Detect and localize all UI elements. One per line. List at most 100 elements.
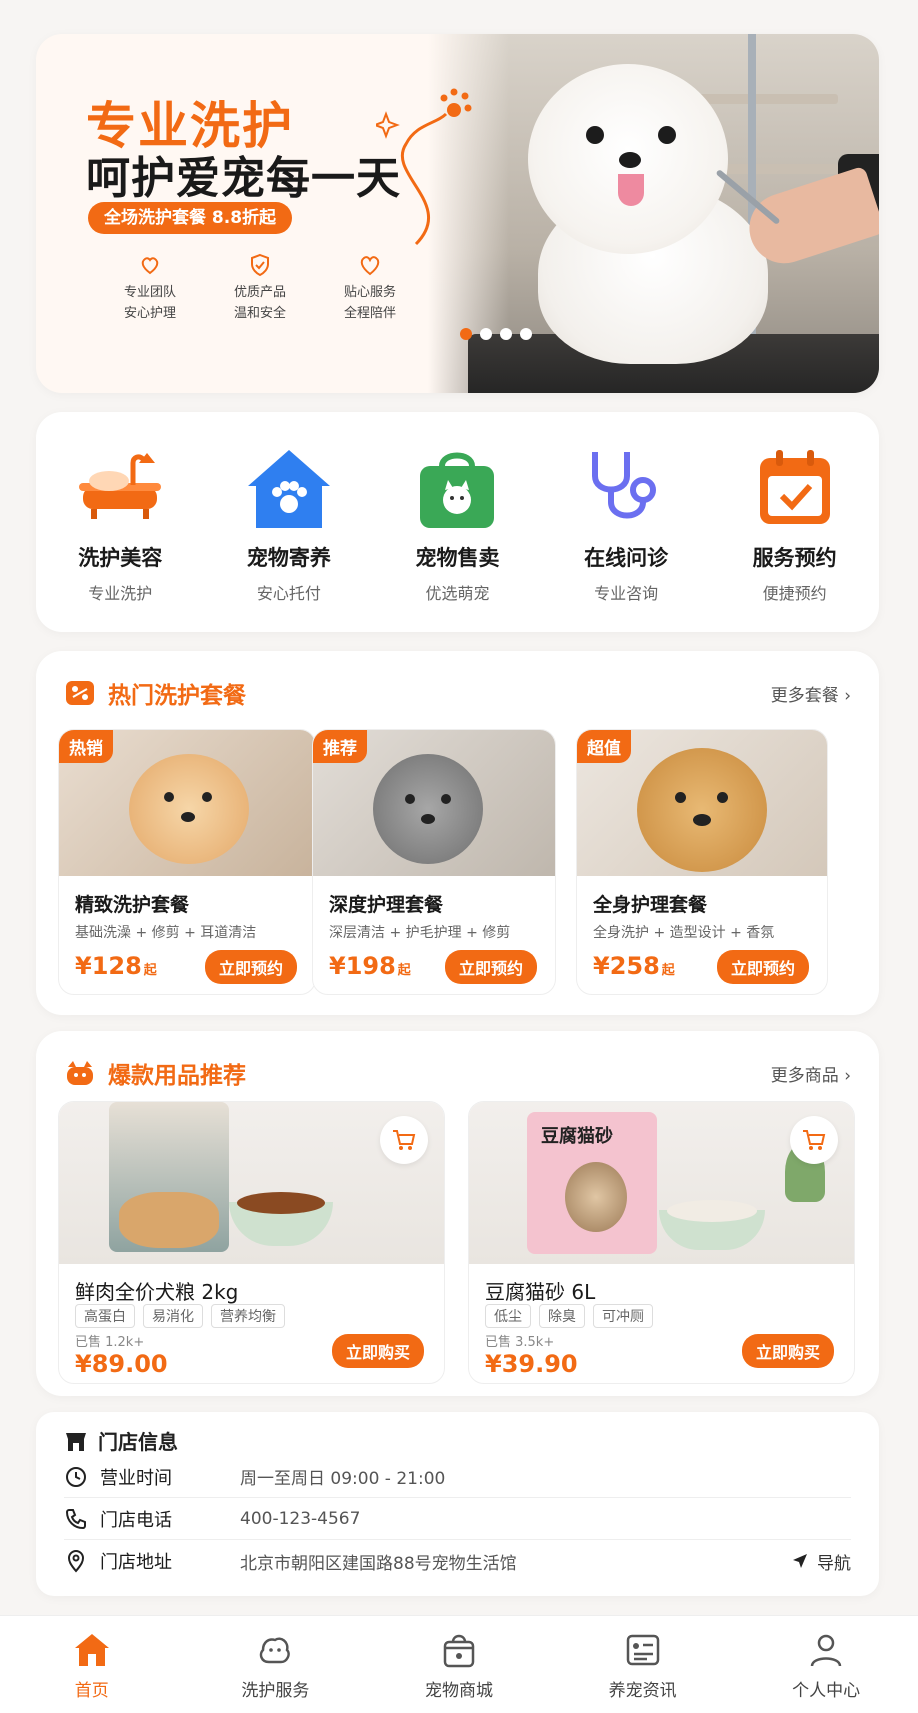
package-card[interactable]: 推荐 深度护理套餐 深层清洁 + 护毛护理 + 修剪 ¥198 起 立即预约	[312, 729, 556, 995]
feature-line1: 贴心服务	[343, 285, 396, 300]
hero-banner[interactable]: 专业洗护 呵护爱宠每一天 全场洗护套餐 8.8折起 专业团队 安心护理 优质产品…	[36, 34, 879, 393]
hours-label: 营业时间	[100, 1467, 172, 1489]
book-now-button[interactable]: 立即预约	[444, 950, 537, 984]
buy-now-button[interactable]: 立即购买	[741, 1334, 834, 1368]
gift-pet-icon	[67, 1061, 93, 1085]
category-subtitle: 专业咨询	[594, 584, 659, 603]
product-card[interactable]: 豆腐猫砂 豆腐猫砂 6L 低尘 除臭 可冲厕 已售 3.5k+ ¥39.90 立…	[468, 1101, 855, 1384]
pomeranian-photo: 热销	[59, 730, 315, 876]
navigate-label: 导航	[817, 1553, 851, 1574]
package-desc: 深层清洁 + 护毛护理 + 修剪	[329, 925, 511, 941]
grooming-package-icon	[66, 681, 94, 705]
category-title: 宠物售卖	[415, 546, 500, 570]
carousel-dots[interactable]	[460, 328, 532, 340]
navigation-arrow-icon	[793, 1554, 807, 1568]
add-to-cart-button[interactable]	[790, 1116, 838, 1164]
tab-label: 养宠资讯	[608, 1681, 677, 1701]
home-icon	[74, 1634, 109, 1666]
category-subtitle: 优选萌宠	[425, 584, 490, 603]
location-pin-icon	[67, 1550, 85, 1573]
package-label: 豆腐猫砂	[541, 1126, 613, 1147]
package-card[interactable]: 热销 精致洗护套餐 基础洗澡 + 修剪 + 耳道清洁 ¥128 起 立即预约	[58, 729, 316, 995]
store-icon	[66, 1432, 86, 1451]
product-tag: 可冲厕	[593, 1304, 653, 1328]
package-tag: 超值	[577, 730, 631, 763]
tab-home[interactable]: 首页	[0, 1616, 184, 1713]
package-name: 全身护理套餐	[593, 894, 708, 916]
heart-hand-icon	[141, 257, 159, 275]
more-packages-link[interactable]: 更多套餐 ›	[771, 681, 851, 706]
tab-label: 宠物商城	[424, 1681, 493, 1701]
heart-icon	[360, 256, 380, 276]
add-to-cart-button[interactable]	[380, 1116, 428, 1164]
carousel-dot[interactable]	[500, 328, 512, 340]
category-title: 宠物寄养	[246, 546, 331, 570]
clock-icon	[66, 1466, 86, 1487]
pet-house-icon	[244, 446, 334, 532]
category-boarding[interactable]: 宠物寄养 安心托付	[214, 446, 364, 632]
cat-litter-photo: 豆腐猫砂	[469, 1102, 854, 1264]
product-tag: 易消化	[143, 1304, 203, 1328]
tab-label: 洗护服务	[241, 1681, 310, 1701]
tab-grooming[interactable]: 洗护服务	[184, 1616, 368, 1713]
sold-count: 已售 3.5k+	[485, 1335, 555, 1350]
product-tag: 除臭	[539, 1304, 585, 1328]
carousel-dot[interactable]	[460, 328, 472, 340]
hours-value: 周一至周日 09:00 - 21:00	[240, 1469, 446, 1489]
tab-label: 个人中心	[792, 1681, 861, 1701]
product-tags: 低尘 除臭 可冲厕	[485, 1304, 653, 1328]
chevron-right-icon: ›	[844, 685, 851, 706]
tab-shop[interactable]: 宠物商城	[367, 1616, 551, 1713]
feature-line1: 优质产品	[233, 285, 286, 300]
category-pet-sale[interactable]: 宠物售卖 优选萌宠	[382, 446, 532, 632]
package-price: ¥258 起	[593, 952, 675, 980]
carousel-dot[interactable]	[480, 328, 492, 340]
promo-badge[interactable]: 全场洗护套餐 8.8折起	[88, 202, 293, 234]
pet-shop-bag-icon	[412, 446, 502, 532]
feature-team: 专业团队 安心护理	[100, 252, 200, 324]
package-card[interactable]: 超值 全身护理套餐 全身洗护 + 造型设计 + 香氛 ¥258 起 立即预约	[576, 729, 828, 995]
product-price: ¥39.90	[485, 1350, 578, 1378]
price-value: ¥128	[75, 952, 142, 980]
calendar-check-icon	[750, 446, 840, 532]
product-name: 豆腐猫砂 6L	[485, 1280, 596, 1304]
product-tag: 高蛋白	[75, 1304, 135, 1328]
grooming-icon	[260, 1637, 291, 1664]
category-grooming[interactable]: 洗护美容 专业洗护	[45, 446, 195, 632]
tab-news[interactable]: 养宠资讯	[551, 1616, 735, 1713]
feature-line2: 温和安全	[233, 306, 286, 321]
address-label: 门店地址	[100, 1552, 172, 1573]
category-booking[interactable]: 服务预约 便捷预约	[720, 446, 870, 632]
navigate-button[interactable]: 导航	[791, 1549, 851, 1574]
section-title: 爆款用品推荐	[108, 1063, 246, 1089]
section-title: 热门洗护套餐	[108, 683, 246, 709]
more-products-link[interactable]: 更多商品 ›	[771, 1061, 851, 1086]
tab-profile[interactable]: 个人中心	[734, 1616, 918, 1713]
banner-subtitle: 呵护爱宠每一天	[86, 153, 401, 204]
book-now-button[interactable]: 立即预约	[716, 950, 809, 984]
category-consult[interactable]: 在线问诊 专业咨询	[551, 446, 701, 632]
products-section: 爆款用品推荐 更多商品 › 鲜肉全价犬粮 2kg 高蛋白 易消化 营养均衡 已售…	[36, 1031, 879, 1396]
package-name: 精致洗护套餐	[75, 894, 190, 916]
store-phone-row[interactable]: 门店电话 400-123-4567	[64, 1498, 851, 1540]
golden-retriever-photo: 超值	[577, 730, 827, 876]
category-subtitle: 专业洗护	[88, 584, 153, 603]
book-now-button[interactable]: 立即预约	[204, 950, 297, 984]
category-subtitle: 便捷预约	[762, 584, 827, 603]
category-grid: 洗护美容 专业洗护 宠物寄养 安心托付 宠物售卖 优选萌宠 在线问诊 专业咨询 …	[36, 412, 879, 632]
chevron-right-icon: ›	[844, 1065, 851, 1086]
cart-icon	[393, 1130, 416, 1150]
product-card[interactable]: 鲜肉全价犬粮 2kg 高蛋白 易消化 营养均衡 已售 1.2k+ ¥89.00 …	[58, 1101, 445, 1384]
poodle-photo: 推荐	[313, 730, 555, 876]
phone-value[interactable]: 400-123-4567	[240, 1509, 360, 1529]
buy-now-button[interactable]: 立即购买	[331, 1334, 424, 1368]
package-name: 深度护理套餐	[329, 894, 444, 916]
product-tag: 低尘	[485, 1304, 531, 1328]
product-price: ¥89.00	[75, 1350, 168, 1378]
carousel-dot[interactable]	[520, 328, 532, 340]
feature-line2: 全程陪伴	[343, 306, 396, 321]
shop-icon	[443, 1634, 475, 1668]
store-hours-row: 营业时间 周一至周日 09:00 - 21:00	[64, 1456, 851, 1498]
price-suffix: 起	[661, 963, 675, 978]
category-title: 洗护美容	[78, 546, 163, 570]
